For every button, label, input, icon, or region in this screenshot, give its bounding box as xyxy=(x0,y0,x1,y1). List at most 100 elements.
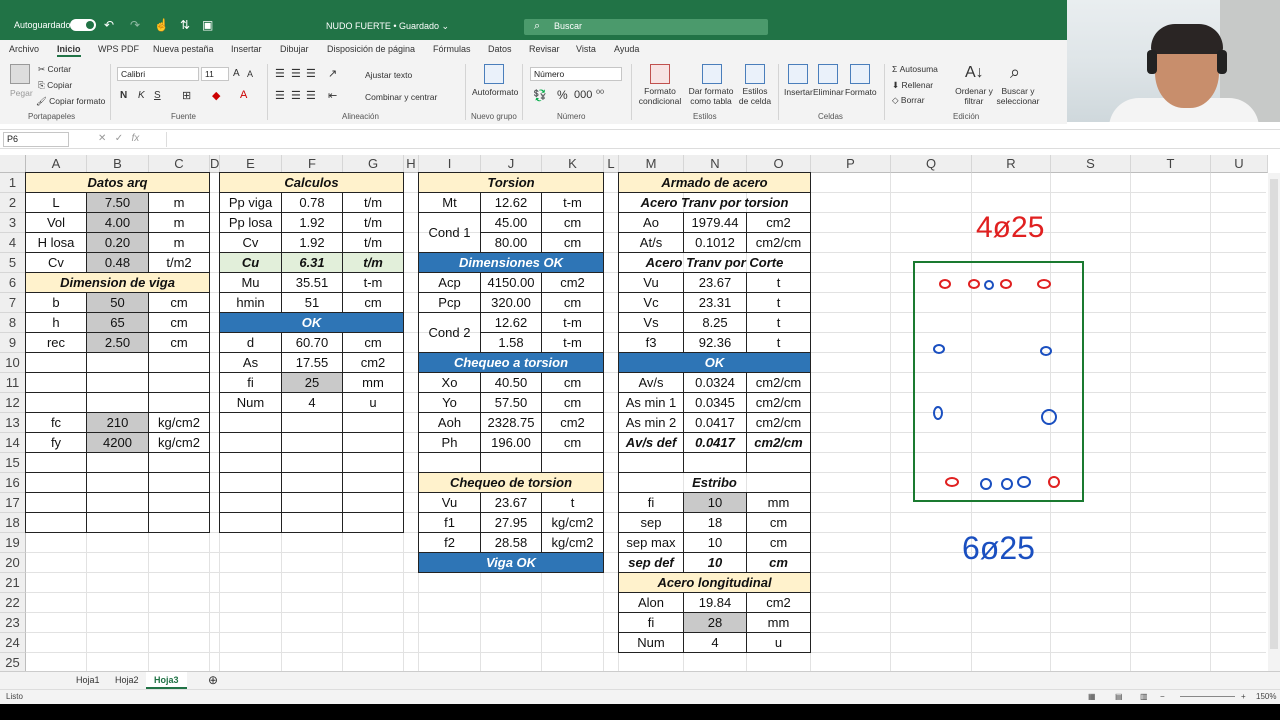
format-cells-button[interactable]: Formato xyxy=(845,87,877,97)
cell[interactable]: cm2/cm xyxy=(746,432,811,453)
row-header-10[interactable]: 10 xyxy=(0,353,26,373)
indent-icon[interactable]: ⇤ xyxy=(328,89,337,102)
cell[interactable]: 57.50 xyxy=(480,392,542,413)
cell[interactable]: t/m xyxy=(342,212,404,233)
zoom-slider[interactable] xyxy=(1180,696,1235,697)
cell[interactable]: cm2 xyxy=(541,272,604,293)
column-header-r[interactable]: R xyxy=(972,155,1051,173)
align-middle-icon[interactable]: ☰ xyxy=(291,67,301,80)
menu-dibujar[interactable]: Dibujar xyxy=(280,44,309,54)
empty-cell[interactable] xyxy=(86,472,149,493)
fill-color-icon[interactable]: ◆ xyxy=(212,89,220,102)
zoom-in-icon[interactable]: + xyxy=(1241,692,1246,701)
row-header-15[interactable]: 15 xyxy=(0,453,26,473)
sort-icon[interactable]: ⇅ xyxy=(180,18,190,32)
cell[interactable]: cm2 xyxy=(746,592,811,613)
cell[interactable]: 0.0324 xyxy=(683,372,747,393)
cell[interactable]: cm xyxy=(746,512,811,533)
cell[interactable]: cm xyxy=(148,332,210,353)
cell[interactable]: cm xyxy=(541,392,604,413)
cell[interactable]: Av/s def xyxy=(618,432,684,453)
cell[interactable]: Vs xyxy=(618,312,684,333)
empty-cell[interactable] xyxy=(342,452,404,473)
cell[interactable]: 0.0345 xyxy=(683,392,747,413)
empty-cell[interactable] xyxy=(148,512,210,533)
cell[interactable]: t-m xyxy=(541,332,604,353)
empty-cell[interactable] xyxy=(281,472,343,493)
row-header-14[interactable]: 14 xyxy=(0,433,26,453)
sort-filter-icon[interactable]: A↓ xyxy=(965,64,984,82)
touch-mode-icon[interactable]: ☝ xyxy=(154,18,169,32)
font-color-icon[interactable]: A xyxy=(240,89,247,101)
cell[interactable]: 60.70 xyxy=(281,332,343,353)
empty-cell[interactable] xyxy=(219,492,282,513)
find-select-button[interactable]: Buscar y seleccionar xyxy=(993,86,1043,106)
conditional-format-button[interactable]: Formato condicional xyxy=(635,86,685,106)
cell[interactable]: m xyxy=(148,192,210,213)
table-title[interactable]: Datos arq xyxy=(25,172,210,193)
empty-cell[interactable] xyxy=(148,392,210,413)
cell[interactable]: L xyxy=(25,192,87,213)
column-header-u[interactable]: U xyxy=(1211,155,1268,173)
cell[interactable]: cm xyxy=(541,372,604,393)
fill-button[interactable]: ⬇ Rellenar xyxy=(892,80,933,91)
table-title[interactable]: Calculos xyxy=(219,172,404,193)
menu-formulas[interactable]: Fórmulas xyxy=(433,44,471,54)
cell[interactable]: 1.92 xyxy=(281,212,343,233)
cell[interactable]: Vc xyxy=(618,292,684,313)
sort-filter-button[interactable]: Ordenar y filtrar xyxy=(955,86,993,106)
column-header-i[interactable]: I xyxy=(419,155,481,173)
column-header-b[interactable]: B xyxy=(87,155,149,173)
redo-icon[interactable]: ↷ xyxy=(130,18,140,32)
cell[interactable]: t xyxy=(746,312,811,333)
empty-cell[interactable] xyxy=(281,512,343,533)
empty-cell[interactable] xyxy=(281,492,343,513)
cell[interactable]: Alon xyxy=(618,592,684,613)
cell[interactable]: 25 xyxy=(281,372,343,393)
cell[interactable]: As min 1 xyxy=(618,392,684,413)
cell[interactable]: Num xyxy=(219,392,282,413)
cell[interactable]: 4200 xyxy=(86,432,149,453)
cell[interactable]: cm xyxy=(541,292,604,313)
cell[interactable]: mm xyxy=(342,372,404,393)
autoformat-icon[interactable] xyxy=(484,64,504,84)
row-header-23[interactable]: 23 xyxy=(0,613,26,633)
cell[interactable]: cm xyxy=(541,432,604,453)
cell[interactable]: 51 xyxy=(281,292,343,313)
cell[interactable]: Ph xyxy=(418,432,481,453)
row-header-3[interactable]: 3 xyxy=(0,213,26,233)
delete-cells-button[interactable]: Eliminar xyxy=(813,87,844,97)
empty-cell[interactable] xyxy=(148,352,210,373)
empty-cell[interactable] xyxy=(281,432,343,453)
cell[interactable]: Cv xyxy=(25,252,87,273)
formula-input[interactable] xyxy=(166,132,1274,147)
column-header-k[interactable]: K xyxy=(542,155,604,173)
cell[interactable]: Vu xyxy=(618,272,684,293)
undo-icon[interactable]: ↶ xyxy=(104,18,114,32)
cell[interactable]: t xyxy=(746,272,811,293)
cell[interactable]: kg/cm2 xyxy=(148,432,210,453)
form-icon[interactable]: ▣ xyxy=(202,18,213,32)
empty-cell[interactable] xyxy=(281,412,343,433)
empty-cell[interactable] xyxy=(86,452,149,473)
cell[interactable]: 17.55 xyxy=(281,352,343,373)
empty-cell[interactable] xyxy=(25,452,87,473)
cut-button[interactable]: ✂ Cortar xyxy=(38,64,71,75)
row-header-6[interactable]: 6 xyxy=(0,273,26,293)
insert-cells-icon[interactable] xyxy=(788,64,808,84)
cell[interactable]: Aoh xyxy=(418,412,481,433)
empty-cell[interactable] xyxy=(86,392,149,413)
row-header-2[interactable]: 2 xyxy=(0,193,26,213)
row-header-12[interactable]: 12 xyxy=(0,393,26,413)
status-ok[interactable]: Viga OK xyxy=(418,552,604,573)
bold-button[interactable]: N xyxy=(120,90,127,101)
cell[interactable]: 0.78 xyxy=(281,192,343,213)
column-header-e[interactable]: E xyxy=(220,155,282,173)
row-header-1[interactable]: 1 xyxy=(0,173,26,193)
cell[interactable]: t/m xyxy=(342,232,404,253)
grow-font-icon[interactable]: A xyxy=(233,68,240,79)
cell[interactable]: Cv xyxy=(219,232,282,253)
cell[interactable]: As min 2 xyxy=(618,412,684,433)
cell[interactable]: t-m xyxy=(541,192,604,213)
align-left-icon[interactable]: ☰ xyxy=(275,89,285,102)
